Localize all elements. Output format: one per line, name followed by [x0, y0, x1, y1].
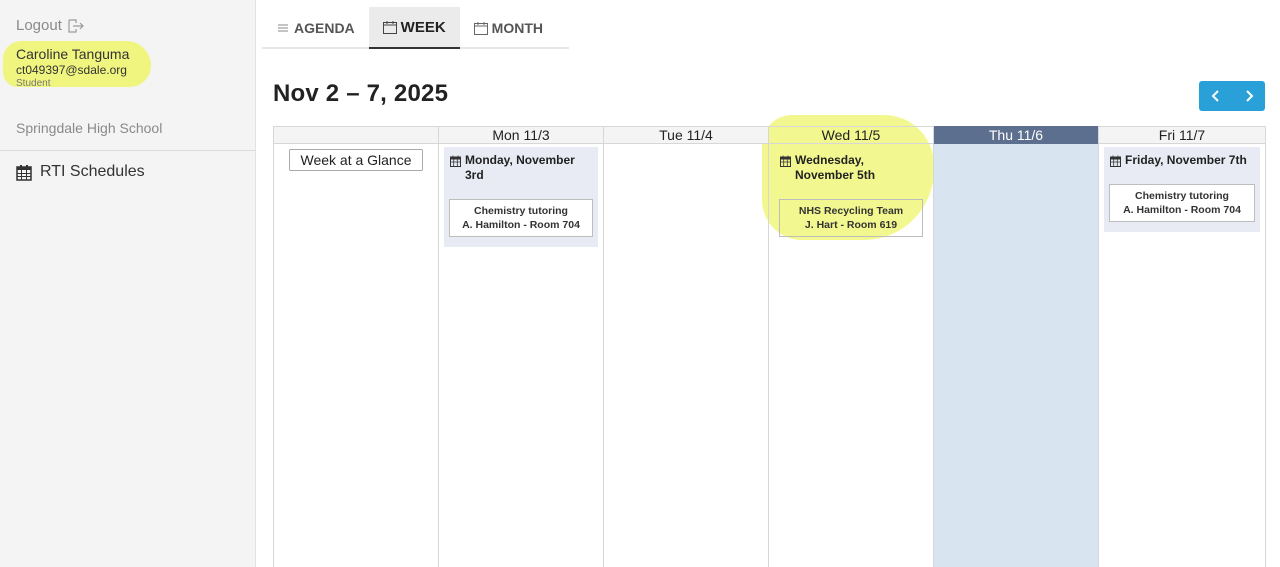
day-header: Fri 11/7	[1099, 126, 1265, 144]
day-block: Monday, November 3rd Chemistry tutoring …	[444, 147, 598, 247]
event-title: NHS Recycling Team	[798, 205, 904, 217]
sidebar: Logout Caroline Tanguma ct049397@sdale.o…	[0, 0, 256, 567]
week-at-a-glance-button[interactable]: Week at a Glance	[289, 149, 423, 171]
tab-label: WEEK	[400, 18, 446, 36]
calendar-icon	[1110, 155, 1121, 167]
sidebar-divider	[0, 150, 255, 151]
event-card[interactable]: NHS Recycling Team J. Hart - Room 619	[779, 199, 923, 237]
day-column-wed: Wed 11/5 Wednesday, November 5th NHS Rec…	[769, 126, 934, 567]
day-header: Thu 11/6	[934, 126, 1098, 144]
event-card[interactable]: Chemistry tutoring A. Hamilton - Room 70…	[449, 199, 593, 237]
tab-month[interactable]: MONTH	[460, 7, 557, 49]
tab-week[interactable]: WEEK	[368, 7, 460, 49]
column-header	[274, 126, 438, 144]
calendar-icon	[780, 155, 791, 167]
logout-icon	[68, 18, 84, 33]
day-label: Monday, November 3rd	[444, 147, 598, 187]
day-column-thu: Thu 11/6	[934, 126, 1099, 567]
sidebar-item-rti-schedules[interactable]: RTI Schedules	[16, 163, 145, 181]
day-column-fri: Fri 11/7 Friday, November 7th Chemistry …	[1099, 126, 1266, 567]
tab-agenda[interactable]: AGENDA	[262, 7, 369, 49]
calendar-icon	[473, 21, 488, 35]
week-calendar: Week at a Glance Mon 11/3 Monday, Novemb…	[273, 126, 1266, 567]
tab-label: AGENDA	[294, 20, 355, 36]
user-name: Caroline Tanguma	[16, 46, 130, 62]
day-header: Tue 11/4	[604, 126, 768, 144]
day-block: Friday, November 7th Chemistry tutoring …	[1104, 147, 1260, 232]
user-info: Caroline Tanguma ct049397@sdale.org Stud…	[16, 46, 129, 90]
view-tabs: AGENDA WEEK MONTH	[262, 7, 569, 49]
list-icon	[278, 24, 288, 31]
logout-label: Logout	[16, 17, 62, 34]
calendar-icon	[450, 155, 461, 167]
calendar-icon	[382, 20, 397, 34]
event-title: Chemistry tutoring	[1135, 190, 1229, 202]
day-column-tue: Tue 11/4	[604, 126, 769, 567]
day-block: Wednesday, November 5th NHS Recycling Te…	[774, 147, 928, 247]
event-title: Chemistry tutoring	[474, 205, 568, 217]
day-header: Mon 11/3	[439, 126, 603, 144]
event-card[interactable]: Chemistry tutoring A. Hamilton - Room 70…	[1109, 184, 1255, 222]
calendar-icon	[16, 164, 32, 181]
sidebar-item-label: RTI Schedules	[40, 163, 145, 180]
user-role: Student	[16, 78, 51, 89]
event-details: A. Hamilton - Room 704	[462, 219, 580, 231]
page-title: Nov 2 – 7, 2025	[273, 80, 449, 107]
day-header: Wed 11/5	[769, 126, 933, 144]
next-week-button[interactable]	[1232, 81, 1265, 111]
week-nav	[1199, 81, 1265, 111]
event-details: J. Hart - Room 619	[804, 219, 898, 231]
logout-link[interactable]: Logout	[16, 17, 84, 34]
tab-label: MONTH	[491, 20, 543, 36]
day-column-mon: Mon 11/3 Monday, November 3rd Chemistry …	[439, 126, 604, 567]
chevron-right-icon	[1245, 90, 1253, 102]
day-label-text: Monday, November 3rd	[465, 153, 575, 182]
day-label: Wednesday, November 5th	[774, 147, 928, 187]
user-email: ct049397@sdale.org	[16, 63, 127, 77]
glance-column: Week at a Glance	[274, 126, 439, 567]
day-label-text: Wednesday, November 5th	[795, 153, 876, 182]
day-label-text: Friday, November 7th	[1125, 153, 1247, 167]
chevron-left-icon	[1211, 90, 1219, 102]
day-label: Friday, November 7th	[1104, 147, 1260, 172]
school-name: Springdale High School	[16, 120, 163, 136]
prev-week-button[interactable]	[1199, 81, 1232, 111]
event-details: A. Hamilton - Room 704	[1123, 204, 1241, 216]
